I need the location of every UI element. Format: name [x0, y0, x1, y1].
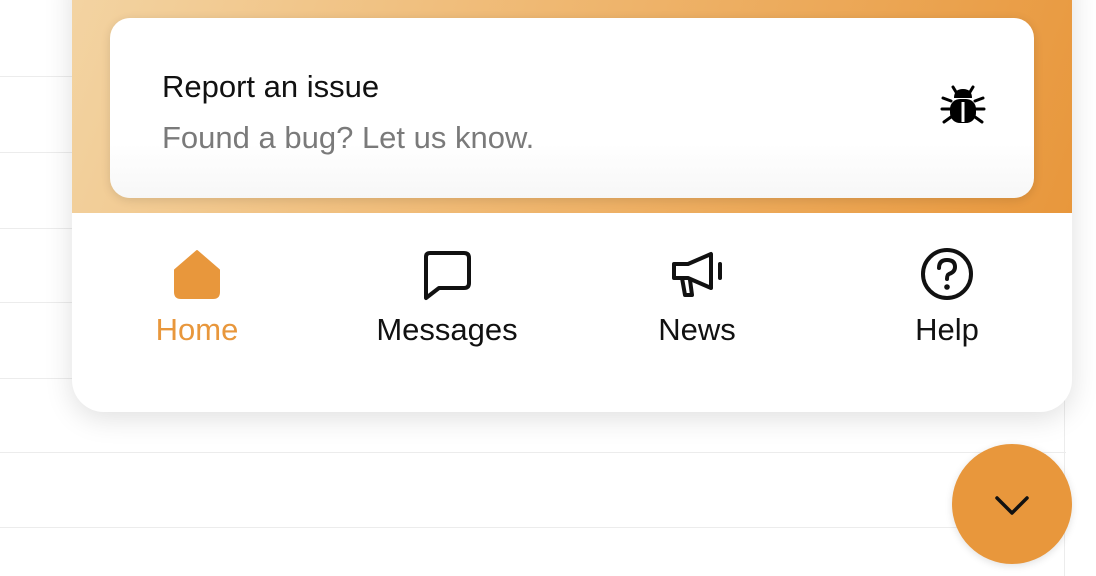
- nav-label-news: News: [658, 312, 736, 347]
- nav-item-home[interactable]: Home: [72, 213, 322, 412]
- chevron-down-icon: [995, 496, 1029, 515]
- page: Report an issue Found a bug? Let us know…: [0, 0, 1096, 576]
- panel-header: Report an issue Found a bug? Let us know…: [72, 0, 1072, 213]
- nav-item-news[interactable]: News: [572, 213, 822, 412]
- message-icon: [424, 251, 471, 300]
- nav-item-help[interactable]: Help: [822, 213, 1072, 412]
- bottom-nav: Home Messages News Help: [72, 213, 1072, 412]
- report-issue-subtitle: Found a bug? Let us know.: [162, 120, 535, 155]
- background-row-divider: [0, 452, 1066, 453]
- background-row-divider: [0, 527, 1066, 528]
- nav-item-messages[interactable]: Messages: [322, 213, 572, 412]
- launcher-button[interactable]: [952, 444, 1072, 564]
- messenger-panel: Report an issue Found a bug? Let us know…: [72, 0, 1072, 412]
- megaphone-icon: [672, 252, 722, 297]
- report-issue-card[interactable]: Report an issue Found a bug? Let us know…: [110, 18, 1034, 198]
- home-icon: [174, 250, 220, 299]
- bug-icon: [940, 85, 986, 124]
- report-issue-title: Report an issue: [162, 69, 380, 104]
- nav-label-messages: Messages: [376, 312, 518, 347]
- help-icon: [921, 248, 973, 300]
- nav-label-home: Home: [155, 312, 239, 347]
- nav-label-help: Help: [915, 312, 979, 347]
